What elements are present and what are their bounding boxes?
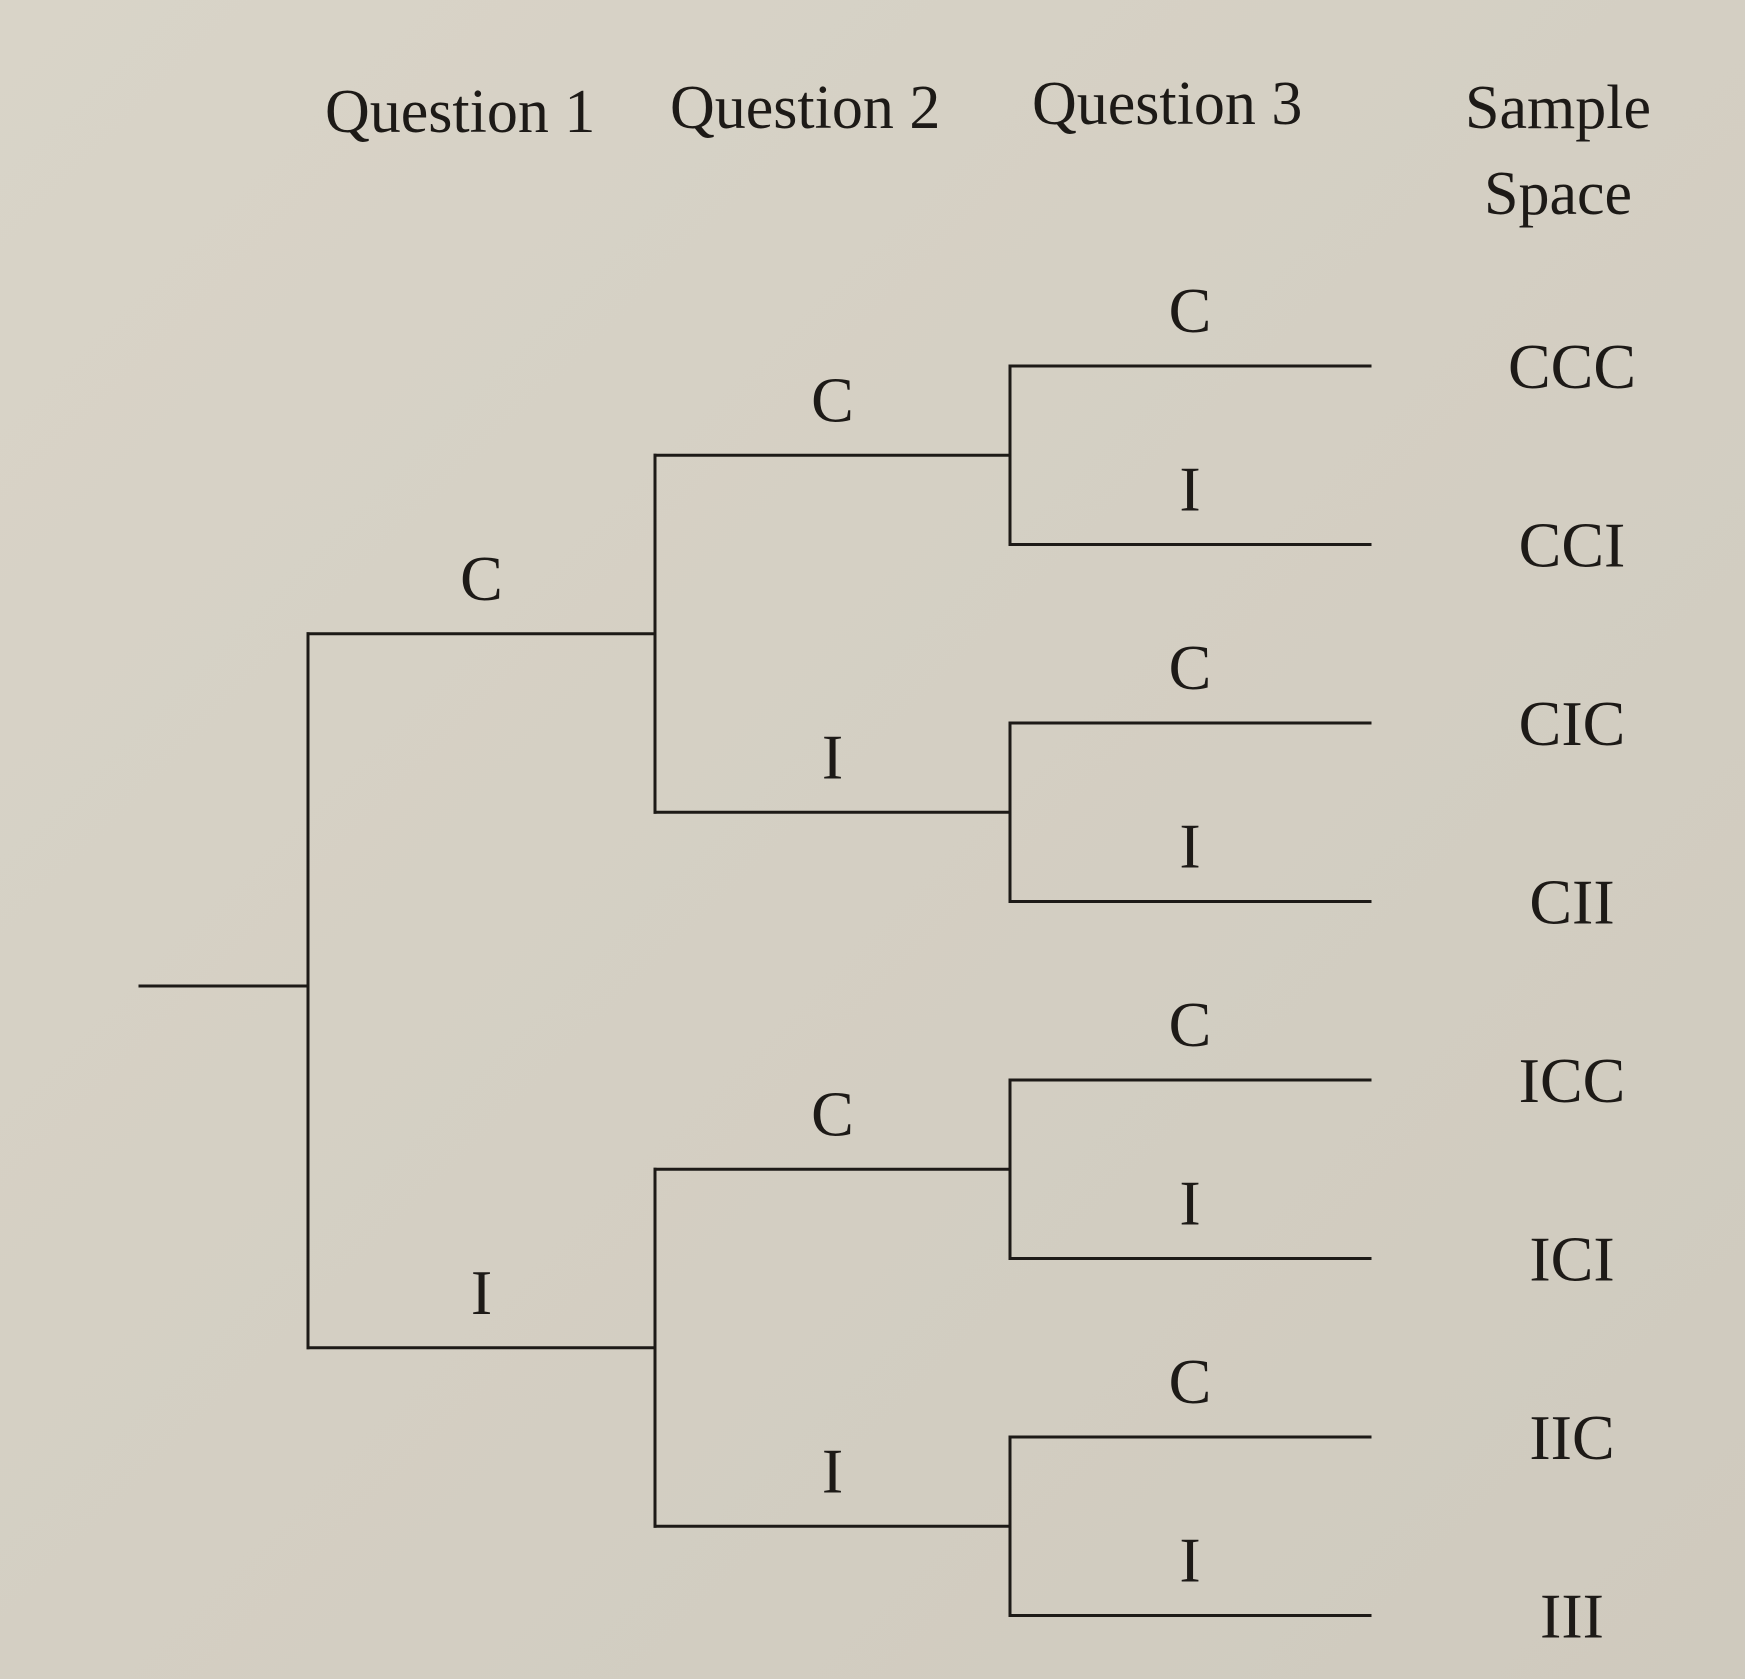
branch-label-1-1: I: [822, 1435, 843, 1506]
branch-labels: C C C I I C I I C C I I C I: [460, 275, 1211, 1596]
branch-label-1-0: C: [811, 1078, 854, 1149]
tree-diagram: Question 1 Question 2 Question 3 Sample …: [0, 0, 1745, 1679]
outcome-iii: III: [1540, 1581, 1604, 1652]
header-question-3: Question 3: [1032, 70, 1302, 138]
outcome-cii: CII: [1529, 867, 1614, 938]
header-sample-space-line2: Space: [1484, 160, 1632, 228]
header-sample-space-line1: Sample: [1465, 74, 1651, 142]
header-question-2: Question 2: [670, 74, 940, 142]
branch-label-0-0-0: C: [1169, 275, 1212, 346]
branch-label-1-0-0: C: [1169, 989, 1212, 1060]
outcome-cci: CCI: [1519, 510, 1626, 581]
outcome-iic: IIC: [1529, 1402, 1614, 1473]
column-headers: Question 1 Question 2 Question 3 Sample …: [325, 70, 1651, 228]
tree-diagram-canvas: Question 1 Question 2 Question 3 Sample …: [138, 70, 1651, 1652]
branch-label-0: C: [460, 543, 503, 614]
outcome-ccc: CCC: [1508, 331, 1636, 402]
outcome-cic: CIC: [1519, 688, 1626, 759]
outcome-ici: ICI: [1529, 1224, 1614, 1295]
branch-label-0-0-1: I: [1179, 454, 1200, 525]
branch-label-1-1-1: I: [1179, 1525, 1200, 1596]
branch-label-0-1: I: [822, 721, 843, 792]
branch-label-0-1-1: I: [1179, 811, 1200, 882]
branch-label-0-0: C: [811, 364, 854, 435]
outcome-icc: ICC: [1519, 1045, 1626, 1116]
branch-label-1: I: [471, 1257, 492, 1328]
branch-label-1-0-1: I: [1179, 1168, 1200, 1239]
sample-space-outcomes: CCC CCI CIC CII ICC ICI IIC III: [1508, 331, 1636, 1652]
branch-label-0-1-0: C: [1169, 632, 1212, 703]
header-question-1: Question 1: [325, 78, 595, 146]
branch-label-1-1-0: C: [1169, 1346, 1212, 1417]
